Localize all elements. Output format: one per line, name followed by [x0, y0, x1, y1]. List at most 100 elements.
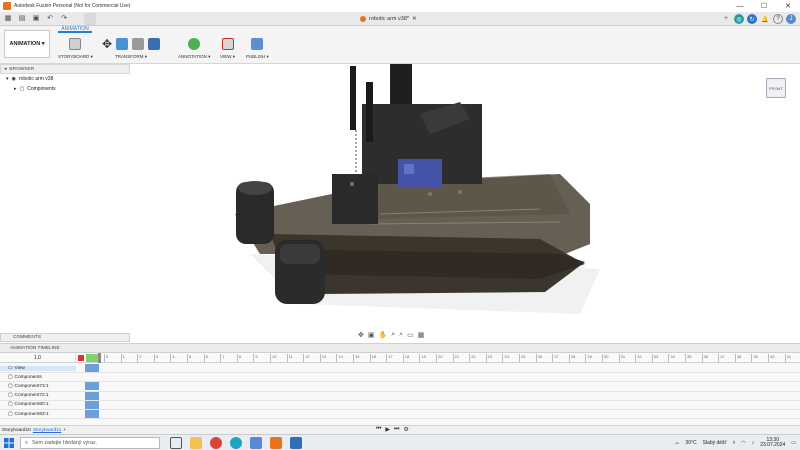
- look-at-icon[interactable]: ▣: [368, 331, 375, 339]
- ruler-tick: 33: [651, 354, 658, 362]
- timeline-keyframe-cell[interactable]: [85, 400, 99, 409]
- ruler-tick: 7: [220, 354, 224, 362]
- maximize-button[interactable]: ☐: [752, 0, 776, 12]
- orbit-icon[interactable]: ✥: [358, 331, 364, 339]
- ruler-tick: 1: [120, 354, 125, 362]
- timeline-row[interactable]: ▢ Components: [0, 373, 800, 383]
- timeline-row[interactable]: ▭ View: [0, 364, 800, 374]
- timeline-row-name[interactable]: ▭ View: [0, 365, 76, 371]
- storyboard-tab[interactable]: Storyboard10: [2, 428, 31, 433]
- new-storyboard-icon[interactable]: [69, 38, 82, 50]
- wifi-icon[interactable]: ◠: [741, 440, 745, 446]
- visibility-icon[interactable]: ◉: [12, 76, 16, 82]
- redo-icon[interactable]: ↷: [59, 14, 69, 22]
- timeline-keyframe-cell[interactable]: [85, 410, 99, 419]
- display-settings-icon[interactable]: ▭: [407, 331, 414, 339]
- publish-group[interactable]: PUBLISH ▾: [246, 36, 269, 60]
- taskbar-search[interactable]: ⌕ Sem zadejte hledaný výraz.: [20, 437, 160, 449]
- undo-icon[interactable]: ↶: [45, 14, 55, 22]
- edge-icon[interactable]: [230, 437, 242, 449]
- help-icon[interactable]: ?: [773, 14, 783, 24]
- play-icon[interactable]: ▶: [385, 426, 390, 433]
- timeline-row[interactable]: ▢ Component73:1: [0, 382, 800, 392]
- timeline-row[interactable]: ▢ Component72:1: [0, 391, 800, 401]
- comments-panel[interactable]: COMMENTS: [0, 333, 130, 342]
- playback-speed[interactable]: 1.0: [0, 353, 76, 363]
- app-icon[interactable]: [290, 437, 302, 449]
- timeline-keyframe-cell[interactable]: [85, 364, 99, 373]
- close-tab-icon[interactable]: ✕: [412, 16, 417, 22]
- data-panel-icon[interactable]: ▦: [3, 14, 13, 22]
- timeline-title: ANIMATION TIMELINE: [10, 345, 60, 351]
- playhead[interactable]: [98, 353, 101, 363]
- record-view-icon[interactable]: [221, 38, 234, 50]
- browser-components-node[interactable]: ▸ ▢ Components: [0, 84, 130, 94]
- timeline-row-name[interactable]: ▢ Components: [0, 375, 76, 380]
- timeline-row-name[interactable]: ▢ Component83:1: [0, 412, 76, 417]
- delete-icon[interactable]: [78, 355, 84, 361]
- timeline-row-name[interactable]: ▢ Component60:1: [0, 402, 76, 407]
- annotation-group[interactable]: ANNOTATION ▾: [178, 36, 210, 60]
- transform-components-icon[interactable]: [116, 38, 129, 50]
- timeline-header[interactable]: ANIMATION TIMELINE: [0, 344, 800, 353]
- tab-animation[interactable]: ANIMATION: [58, 26, 92, 33]
- document-tab[interactable]: robotic arm v38* ✕: [360, 13, 417, 25]
- minimize-button[interactable]: —: [728, 0, 752, 12]
- browser-header[interactable]: ◂ BROWSER: [0, 64, 130, 74]
- workspace-switcher[interactable]: ANIMATION ▾: [4, 30, 50, 58]
- storyboard-group[interactable]: STORYBOARD ▾: [58, 36, 93, 60]
- fusion-taskbar-icon[interactable]: [270, 437, 282, 449]
- notification-center-icon[interactable]: ▭: [791, 440, 796, 446]
- account-avatar[interactable]: J: [786, 14, 796, 24]
- next-icon[interactable]: ⏭: [394, 426, 399, 433]
- fit-icon[interactable]: ⌕: [399, 331, 403, 339]
- expand-arrow-icon[interactable]: ▾: [6, 76, 9, 82]
- timeline-keyframe-cell[interactable]: [85, 391, 99, 400]
- chrome-icon[interactable]: [210, 437, 222, 449]
- timeline-row[interactable]: ▢ Component83:1: [0, 410, 800, 420]
- volume-icon[interactable]: ♪: [752, 440, 755, 446]
- pan-icon[interactable]: ✋: [379, 331, 388, 339]
- timeline-row-name[interactable]: ▢ Component73:1: [0, 384, 76, 389]
- storyboard-tab-active[interactable]: Storyboard11: [33, 428, 61, 433]
- expand-arrow-icon[interactable]: ▸: [14, 86, 17, 92]
- animation-timeline: ANIMATION TIMELINE 1.0 0 1 2 3 4 5 6 7 8 9 10 11 12 1…: [0, 343, 800, 425]
- task-view-icon[interactable]: [170, 437, 182, 449]
- collapse-icon[interactable]: ◂: [4, 67, 6, 72]
- view-cube[interactable]: FRONT: [766, 78, 786, 98]
- zoom-icon[interactable]: ⌕: [391, 331, 395, 339]
- close-button[interactable]: ✕: [776, 0, 800, 12]
- timeline-keyframe-cell[interactable]: [85, 382, 99, 391]
- callout-icon[interactable]: [188, 38, 201, 50]
- timeline-row[interactable]: ▢ Component60:1: [0, 400, 800, 410]
- transform-group[interactable]: ✥ TRANSFORM ▾: [102, 36, 161, 60]
- restore-home-icon[interactable]: [132, 38, 145, 50]
- view-group[interactable]: VIEW ▾: [220, 36, 235, 60]
- extensions-icon[interactable]: ◎: [734, 14, 744, 24]
- playhead-start[interactable]: [86, 354, 98, 362]
- tray-chevron-icon[interactable]: ˄: [732, 440, 735, 446]
- move-icon[interactable]: ✥: [102, 37, 112, 51]
- job-status-icon[interactable]: ↻: [747, 14, 757, 24]
- file-explorer-icon[interactable]: [190, 437, 202, 449]
- timeline-row-name[interactable]: ▢ Component72:1: [0, 393, 76, 398]
- save-icon[interactable]: ▣: [31, 14, 41, 22]
- browser-root-node[interactable]: ▾ ◉ robotic arm v38: [0, 74, 130, 84]
- timeline-ruler[interactable]: 1.0 0 1 2 3 4 5 6 7 8 9 10 11 12 13 14 15 16 17 18 19 20 21 22…: [0, 353, 800, 363]
- previous-icon[interactable]: ⏮: [376, 426, 381, 433]
- canvas-viewport[interactable]: [0, 64, 800, 330]
- file-menu-icon[interactable]: ▤: [17, 14, 27, 22]
- settings-icon[interactable]: ⚙: [403, 426, 408, 433]
- clock[interactable]: 13:30 23.07.2024: [760, 437, 785, 449]
- publish-video-icon[interactable]: [251, 38, 264, 50]
- auto-explode-icon[interactable]: [148, 38, 161, 50]
- home-tab[interactable]: [84, 13, 96, 25]
- windows-start-icon[interactable]: [4, 438, 14, 448]
- notifications-icon[interactable]: 🔔: [760, 14, 770, 24]
- weather-icon[interactable]: ☁: [674, 440, 679, 446]
- add-storyboard-button[interactable]: +: [63, 428, 66, 433]
- paint-icon[interactable]: [250, 437, 262, 449]
- robotic-arm-model[interactable]: [0, 64, 800, 330]
- new-tab-icon[interactable]: +: [721, 14, 731, 24]
- grid-settings-icon[interactable]: ▦: [418, 331, 425, 339]
